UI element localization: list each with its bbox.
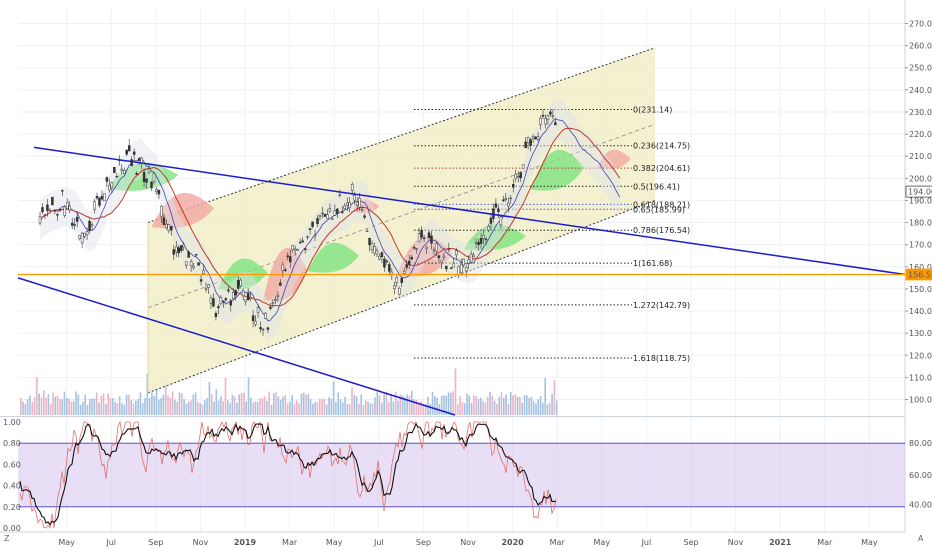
price-tick: 150.00	[909, 285, 932, 294]
oscillator-tick: 0.40	[3, 482, 21, 491]
oscillator-tick: 0.80	[3, 439, 21, 448]
fib-label: 0.236(214.75)	[633, 142, 690, 151]
fib-label: 0(231.14)	[633, 105, 672, 114]
time-tick: May	[58, 538, 75, 547]
stock-chart[interactable]: 0(231.14) 0.236(214.75) 0.382(204.61) 0.5(1…	[0, 0, 932, 550]
time-tick: Sep	[148, 538, 163, 547]
time-tick: Sep	[683, 538, 698, 547]
time-tick: May	[861, 538, 878, 547]
price-tick: 140.00	[909, 307, 932, 316]
price-tick: 250.00	[909, 64, 932, 73]
oscillator-tick: 1.00	[3, 418, 21, 427]
time-tick: 2020	[501, 538, 524, 547]
time-tick: Jul	[105, 538, 116, 547]
price-tick: 100.00	[909, 396, 932, 405]
oscillator-tick-right: 80.00	[909, 439, 932, 448]
price-tick: 210.00	[909, 152, 932, 161]
price-tick: 120.00	[909, 351, 932, 360]
fib-label: 0.65(185.99)	[633, 205, 685, 214]
time-tick: Nov	[193, 538, 209, 547]
oscillator-tick-right: 40.00	[909, 501, 932, 510]
time-tick: Mar	[550, 538, 566, 547]
price-tick: 200.00	[909, 174, 932, 183]
time-tick: Mar	[817, 538, 833, 547]
time-tick: Jul	[641, 538, 652, 547]
oscillator-tick: 0.60	[3, 460, 21, 469]
corner-label-right: A	[918, 534, 924, 543]
fib-label: 1(161.68)	[633, 259, 672, 268]
time-tick: Nov	[460, 538, 476, 547]
fib-label: 1.272(142.79)	[633, 301, 690, 310]
oscillator-band	[18, 443, 905, 507]
time-tick: May	[326, 538, 343, 547]
fib-label: 0.382(204.61)	[633, 164, 690, 173]
time-tick: 2021	[769, 538, 792, 547]
time-tick: Sep	[416, 538, 431, 547]
oscillator-tick: 0.20	[3, 503, 21, 512]
price-tick: 130.00	[909, 329, 932, 338]
oscillator-tick-right: 60.00	[909, 471, 932, 480]
price-tick: 180.00	[909, 219, 932, 228]
price-tick: 230.00	[909, 108, 932, 117]
fib-label: 1.618(118.75)	[633, 354, 690, 363]
time-tick: Mar	[282, 538, 298, 547]
price-tick: 220.00	[909, 130, 932, 139]
fib-label: 0.5(196.41)	[633, 182, 680, 191]
price-label: 194.00	[908, 188, 932, 197]
price-tick: 170.00	[909, 241, 932, 250]
time-tick: 2019	[234, 538, 257, 547]
price-tick: 240.00	[909, 86, 932, 95]
oscillator-tick: 0.00	[3, 524, 21, 533]
time-tick: May	[594, 538, 611, 547]
price-tick: 260.00	[909, 42, 932, 51]
price-tick: 110.00	[909, 373, 932, 382]
price-label: 156.52	[908, 270, 932, 279]
price-tick: 190.00	[909, 196, 932, 205]
time-tick: Nov	[728, 538, 744, 547]
corner-label-left: Z	[4, 534, 10, 543]
fib-label: 0.786(176.54)	[633, 226, 690, 235]
price-tick: 270.00	[909, 19, 932, 28]
time-tick: Jul	[373, 538, 384, 547]
